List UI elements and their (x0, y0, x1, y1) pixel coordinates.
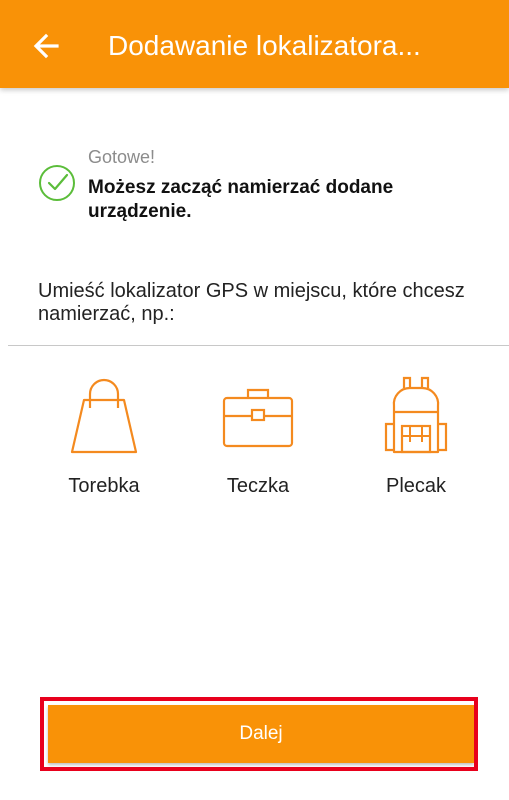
option-label: Teczka (226, 475, 290, 497)
arrow-left-icon (33, 33, 59, 59)
divider (8, 345, 509, 346)
backpack-icon (384, 376, 448, 454)
option-briefcase: Teczka (188, 372, 328, 498)
handbag-icon (70, 378, 138, 454)
back-button[interactable] (26, 26, 66, 66)
screen: Dodawanie lokalizatora... Gotowe! Możesz… (0, 0, 509, 800)
option-handbag: Torebka (34, 372, 174, 498)
briefcase-icon (222, 388, 294, 448)
app-bar: Dodawanie lokalizatora... (0, 0, 509, 88)
option-label: Torebka (68, 475, 140, 497)
option-label: Plecak (385, 475, 447, 497)
success-title: Gotowe! (88, 147, 156, 167)
option-backpack: Plecak (346, 372, 486, 498)
instruction-text: Umieść lokalizator GPS w miejscu, które … (38, 280, 465, 325)
next-button[interactable]: Dalej (48, 705, 474, 763)
page-title: Dodawanie lokalizatora... (108, 30, 421, 61)
check-circle-icon (39, 165, 75, 201)
success-message: Możesz zacząć namierzać dodane urządzeni… (88, 177, 394, 222)
